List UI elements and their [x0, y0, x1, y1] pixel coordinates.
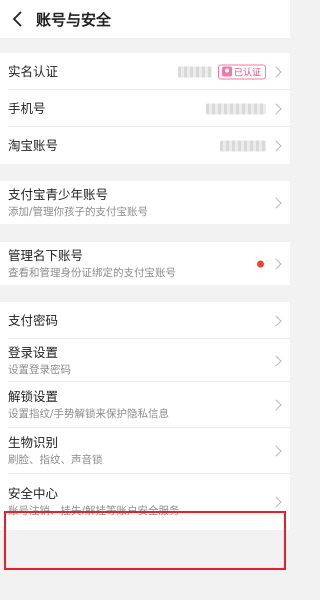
real-name-row[interactable]: 实名认证 已认证 — [0, 53, 290, 90]
security-center-label: 安全中心 — [8, 486, 59, 501]
security-center-sub: 账号注销、挂失/解挂等账户安全服务 — [8, 505, 180, 517]
chevron-right-icon — [270, 102, 282, 115]
manage-accounts-sub: 查看和管理身份证绑定的支付宝账号 — [8, 266, 176, 279]
chevron-right-icon — [270, 496, 282, 508]
manage-accounts-row[interactable]: 管理名下账号 查看和管理身份证绑定的支付宝账号 — [0, 242, 290, 285]
taobao-label: 淘宝账号 — [8, 137, 59, 153]
verified-badge: 已认证 — [217, 64, 266, 79]
back-icon[interactable] — [0, 0, 36, 38]
security-center-row[interactable]: 安全中心 账号注销、挂失/解挂等账户安全服务 — [0, 474, 290, 530]
real-name-label: 实名认证 — [8, 63, 59, 79]
chevron-right-icon — [270, 65, 282, 78]
pay-password-row[interactable]: 支付密码 — [0, 302, 290, 339]
page-title: 账号与安全 — [36, 10, 112, 29]
pay-password-label: 支付密码 — [8, 312, 59, 328]
teen-account-label: 支付宝青少年账号 — [8, 186, 109, 202]
verified-badge-text: 已认证 — [233, 68, 261, 78]
masked-taobao — [220, 140, 266, 151]
chevron-right-icon — [270, 257, 282, 270]
security-settings-group: 支付密码 登录设置 设置登录密码 解锁设置 设置指纹/手势解锁来保护隐私信息 生… — [0, 302, 290, 530]
biometrics-row[interactable]: 生物识别 刷脸、指纹、声音锁 — [0, 428, 290, 474]
chevron-right-icon — [270, 139, 282, 152]
teen-account-group: 支付宝青少年账号 添加/管理你孩子的支付宝账号 — [0, 181, 290, 224]
verified-icon — [221, 66, 232, 77]
chevron-right-icon — [270, 196, 282, 209]
biometrics-label: 生物识别 — [8, 435, 59, 450]
login-settings-row[interactable]: 登录设置 设置登录密码 — [0, 339, 290, 382]
biometrics-sub: 刷脸、指纹、声音锁 — [8, 454, 103, 466]
chevron-right-icon — [270, 399, 282, 411]
masked-phone — [206, 103, 266, 114]
login-settings-label: 登录设置 — [8, 344, 59, 360]
unlock-settings-sub: 设置指纹/手势解锁来保护隐私信息 — [8, 408, 170, 420]
teen-account-row[interactable]: 支付宝青少年账号 添加/管理你孩子的支付宝账号 — [0, 181, 290, 224]
taobao-row[interactable]: 淘宝账号 — [0, 127, 290, 164]
manage-accounts-group: 管理名下账号 查看和管理身份证绑定的支付宝账号 — [0, 242, 290, 285]
unlock-settings-label: 解锁设置 — [8, 389, 59, 404]
chevron-right-icon — [270, 314, 282, 327]
account-info-group: 实名认证 已认证 手机号 淘宝账号 — [0, 53, 290, 164]
chevron-right-icon — [270, 354, 282, 367]
manage-accounts-label: 管理名下账号 — [8, 247, 84, 263]
phone-label: 手机号 — [8, 100, 46, 116]
top-bar: 账号与安全 — [0, 0, 290, 38]
masked-name — [178, 66, 212, 77]
teen-account-sub: 添加/管理你孩子的支付宝账号 — [8, 205, 149, 218]
phone-row[interactable]: 手机号 — [0, 90, 290, 127]
login-settings-sub: 设置登录密码 — [8, 363, 71, 376]
chevron-right-icon — [270, 445, 282, 457]
unlock-settings-row[interactable]: 解锁设置 设置指纹/手势解锁来保护隐私信息 — [0, 382, 290, 428]
notification-dot — [257, 260, 264, 267]
